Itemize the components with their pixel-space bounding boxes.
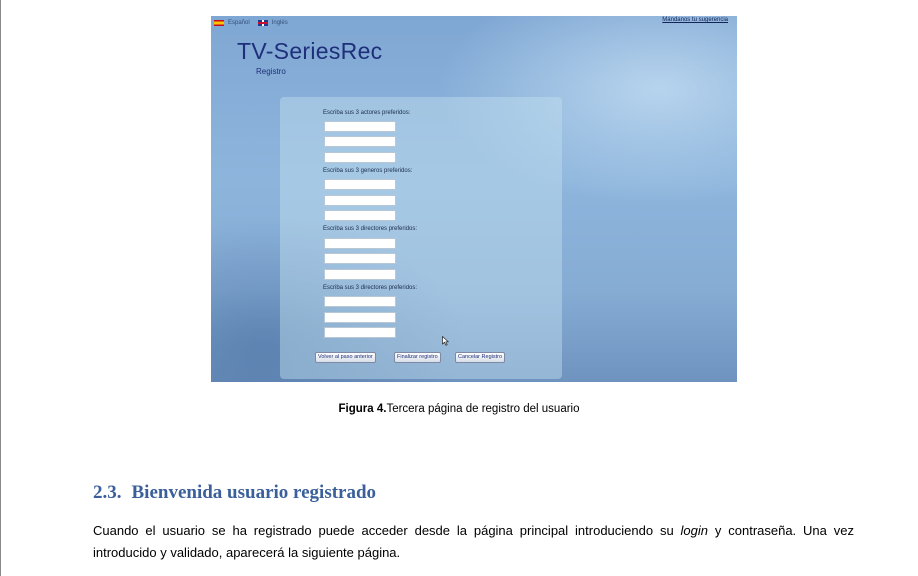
app-title: TV-SeriesRec — [237, 38, 383, 64]
genre-input-2[interactable] — [324, 195, 396, 206]
actor-input-2[interactable] — [324, 136, 396, 147]
suggestions-link[interactable]: Mándanos tu sugerencia — [662, 17, 728, 23]
director-input-1[interactable] — [324, 238, 396, 249]
genres-label: Escriba sus 3 generos preferidos: — [323, 168, 413, 174]
language-english[interactable]: Inglés — [272, 20, 288, 26]
directors-label-2: Escriba sus 3 directores preferidos: — [323, 285, 418, 291]
finish-registration-button[interactable]: Finalizar registro — [394, 352, 441, 363]
cancel-registration-button[interactable]: Cancelar Registro — [455, 352, 506, 363]
paragraph-part-1: Cuando el usuario se ha registrado puede… — [93, 523, 681, 538]
actor-input-1[interactable] — [324, 121, 396, 132]
figure-caption: Figura 4.Tercera página de registro del … — [0, 403, 918, 415]
caption-text: Tercera página de registro del usuario — [386, 403, 580, 415]
section-heading: 2.3. Bienvenida usuario registrado — [93, 482, 376, 504]
section-number: 2.3. — [93, 482, 122, 503]
genre-input-1[interactable] — [324, 179, 396, 190]
directors-label-1: Escriba sus 3 directores preferidos: — [323, 226, 418, 232]
director2-input-1[interactable] — [324, 296, 396, 307]
director2-input-2[interactable] — [324, 312, 396, 323]
app-subtitle: Registro — [256, 67, 286, 76]
body-paragraph: Cuando el usuario se ha registrado puede… — [93, 520, 854, 564]
language-bar: Español Inglés — [214, 18, 292, 28]
mouse-cursor-icon — [442, 336, 449, 346]
section-title: Bienvenida usuario registrado — [131, 482, 377, 503]
director-input-3[interactable] — [324, 269, 396, 280]
language-spanish[interactable]: Español — [228, 20, 250, 26]
spain-flag-icon[interactable] — [214, 20, 224, 26]
figure-screenshot: Español Inglés Mándanos tu sugerencia TV… — [211, 16, 737, 382]
actors-label: Escriba sus 3 actores preferidos: — [323, 110, 411, 116]
actor-input-3[interactable] — [324, 152, 396, 163]
uk-flag-icon[interactable] — [257, 20, 268, 26]
registration-form-panel: Escriba sus 3 actores preferidos: Escrib… — [280, 97, 562, 379]
back-button[interactable]: Volver al paso anterior — [315, 352, 376, 363]
paragraph-emphasis: login — [680, 523, 709, 538]
director-input-2[interactable] — [324, 253, 396, 264]
genre-input-3[interactable] — [324, 210, 396, 221]
page-left-border — [0, 0, 1, 576]
caption-label: Figura 4. — [338, 403, 387, 415]
director2-input-3[interactable] — [324, 327, 396, 338]
